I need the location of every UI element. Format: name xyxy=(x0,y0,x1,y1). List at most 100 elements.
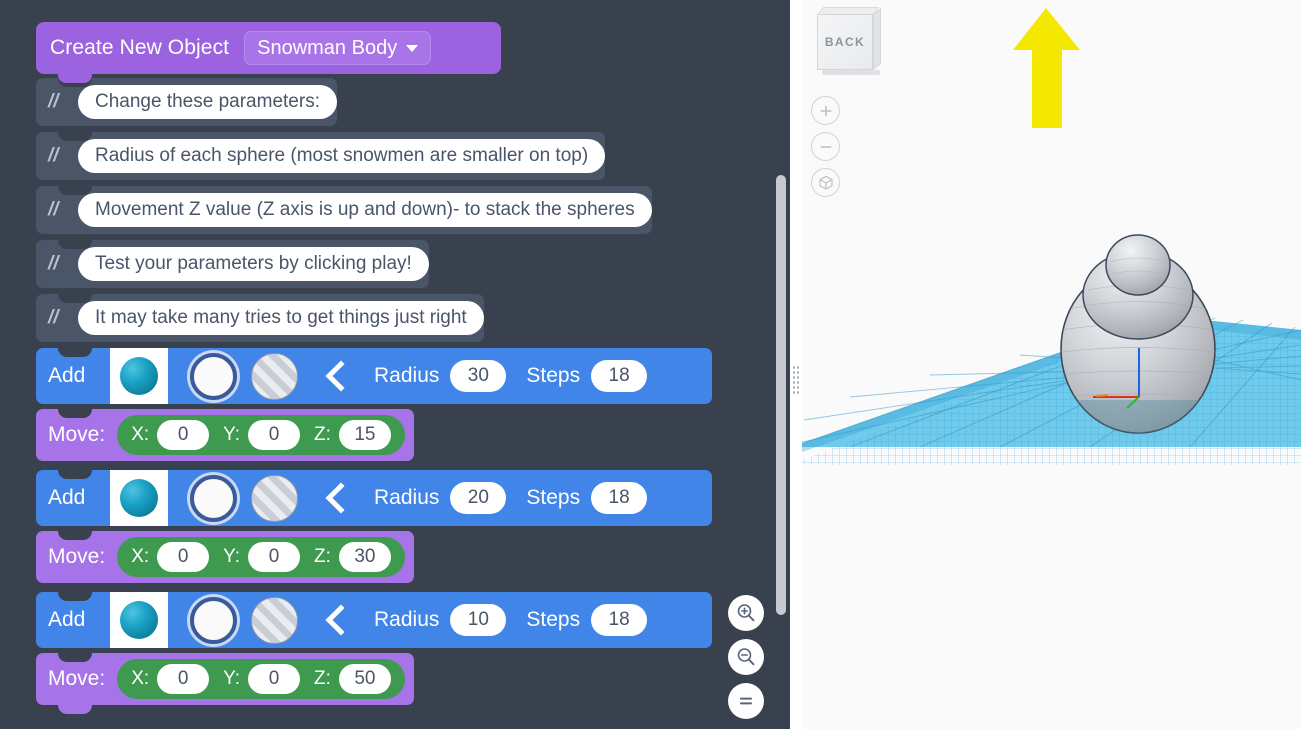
comment-text[interactable]: Movement Z value (Z axis is up and down)… xyxy=(78,193,652,227)
z-axis-label: Z: xyxy=(314,546,331,567)
move-block-label: Move: xyxy=(48,423,106,446)
circle-striped-icon[interactable] xyxy=(251,474,298,522)
zoom-in-button[interactable] xyxy=(728,595,764,631)
y-input[interactable]: 0 xyxy=(248,420,301,450)
scrollbar-thumb[interactable] xyxy=(776,175,786,615)
block-code-panel: Create New Object Snowman Body // Change… xyxy=(0,0,790,729)
radius-label: Radius xyxy=(374,364,440,387)
circle-outline-icon[interactable] xyxy=(190,474,237,522)
code-panel-scrollbar[interactable] xyxy=(776,0,786,729)
block-notch xyxy=(58,531,92,540)
comment-block[interactable]: // Change these parameters: xyxy=(36,78,337,126)
xyz-group: X: 0 Y: 0 Z: 30 xyxy=(117,537,405,577)
y-input[interactable]: 0 xyxy=(248,542,301,572)
sphere-solid-icon[interactable] xyxy=(110,470,168,526)
x-axis-label: X: xyxy=(131,424,150,445)
divider-drag-handle[interactable] xyxy=(792,365,800,395)
circle-striped-icon[interactable] xyxy=(251,352,298,400)
steps-input[interactable]: 18 xyxy=(591,482,648,514)
comment-text[interactable]: It may take many tries to get things jus… xyxy=(78,301,484,335)
block-notch xyxy=(58,186,92,195)
chevron-left-icon[interactable] xyxy=(328,481,354,515)
add-shape-block[interactable]: Add Radius 10 Steps 18 xyxy=(36,592,712,648)
xyz-group: X: 0 Y: 0 Z: 50 xyxy=(117,659,405,699)
block-notch xyxy=(58,470,92,479)
z-axis-label: Z: xyxy=(314,424,331,445)
object-name-dropdown[interactable]: Snowman Body xyxy=(244,31,432,65)
comment-block[interactable]: // It may take many tries to get things … xyxy=(36,294,484,342)
sphere-glyph xyxy=(120,479,158,517)
zoom-in-button[interactable] xyxy=(811,96,840,125)
radius-label: Radius xyxy=(374,486,440,509)
comment-block[interactable]: // Radius of each sphere (most snowmen a… xyxy=(36,132,606,180)
add-block-label: Add xyxy=(48,608,86,631)
z-input[interactable]: 30 xyxy=(338,542,391,572)
steps-label: Steps xyxy=(526,608,581,631)
sphere-solid-icon[interactable] xyxy=(110,348,168,404)
chevron-left-icon[interactable] xyxy=(328,603,354,637)
3d-viewport[interactable]: BACK xyxy=(790,0,1301,729)
magnifier-plus-icon xyxy=(737,604,755,622)
app-root: Create New Object Snowman Body // Change… xyxy=(0,0,1301,729)
comment-text[interactable]: Radius of each sphere (most snowmen are … xyxy=(78,139,606,173)
zoom-out-button[interactable] xyxy=(811,132,840,161)
view-cube-label: BACK xyxy=(824,35,866,49)
y-input[interactable]: 0 xyxy=(248,664,301,694)
hat-block-create-new-object[interactable]: Create New Object Snowman Body xyxy=(36,22,501,83)
x-input[interactable]: 0 xyxy=(157,542,210,572)
steps-input[interactable]: 18 xyxy=(591,604,648,636)
move-block[interactable]: Move: X: 0 Y: 0 Z: 50 xyxy=(36,653,414,714)
block-stack: Create New Object Snowman Body // Change… xyxy=(0,0,790,714)
view-cube-front-face[interactable]: BACK xyxy=(817,14,873,70)
x-input[interactable]: 0 xyxy=(157,420,210,450)
view-cube-shadow xyxy=(822,70,880,75)
viewport-nav-controls xyxy=(811,96,840,197)
comment-block[interactable]: // Test your parameters by clicking play… xyxy=(36,240,429,288)
circle-outline-icon[interactable] xyxy=(190,352,237,400)
radius-input[interactable]: 10 xyxy=(450,604,507,636)
add-shape-block[interactable]: Add Radius 30 Steps 18 xyxy=(36,348,712,404)
add-shape-block[interactable]: Add Radius 20 Steps 18 xyxy=(36,470,712,526)
sphere-solid-icon[interactable] xyxy=(110,592,168,648)
x-axis-label: X: xyxy=(131,668,150,689)
radius-input[interactable]: 30 xyxy=(450,360,507,392)
cube-fit-icon xyxy=(818,175,833,190)
block-notch xyxy=(58,294,92,303)
equals-icon xyxy=(740,697,752,705)
circle-striped-icon[interactable] xyxy=(251,596,298,644)
comment-slashes: // xyxy=(48,307,59,328)
zoom-out-button[interactable] xyxy=(728,639,764,675)
zoom-reset-button[interactable] xyxy=(728,683,764,719)
z-input[interactable]: 50 xyxy=(338,664,391,694)
workspace-zoom-controls xyxy=(728,595,764,719)
z-input[interactable]: 15 xyxy=(338,420,391,450)
comment-text[interactable]: Change these parameters: xyxy=(78,85,337,119)
sphere-top xyxy=(1105,234,1171,296)
block-notch xyxy=(58,592,92,601)
fit-view-button[interactable] xyxy=(811,168,840,197)
move-block[interactable]: Move: X: 0 Y: 0 Z: 30 xyxy=(36,531,414,583)
comment-block[interactable]: // Movement Z value (Z axis is up and do… xyxy=(36,186,652,234)
magnifier-minus-icon xyxy=(737,648,755,666)
circle-outline-icon[interactable] xyxy=(190,596,237,644)
steps-input[interactable]: 18 xyxy=(591,360,648,392)
move-block[interactable]: Move: X: 0 Y: 0 Z: 15 xyxy=(36,409,414,461)
chevron-left-icon[interactable] xyxy=(328,359,354,393)
block-notch xyxy=(58,409,92,418)
x-input[interactable]: 0 xyxy=(157,664,210,694)
radius-label: Radius xyxy=(374,608,440,631)
comment-slashes: // xyxy=(48,91,59,112)
object-name-label: Snowman Body xyxy=(257,36,398,59)
comment-slashes: // xyxy=(48,253,59,274)
panel-divider[interactable] xyxy=(790,0,802,729)
radius-input[interactable]: 20 xyxy=(450,482,507,514)
sphere-glyph xyxy=(120,357,158,395)
y-axis-label: Y: xyxy=(223,668,241,689)
view-cube-side-face[interactable] xyxy=(873,7,881,71)
comment-text[interactable]: Test your parameters by clicking play! xyxy=(78,247,429,281)
hat-block-title: Create New Object xyxy=(50,36,230,59)
hat-block-body[interactable]: Create New Object Snowman Body xyxy=(36,22,501,74)
z-axis-label: Z: xyxy=(314,668,331,689)
steps-label: Steps xyxy=(526,486,581,509)
view-cube[interactable]: BACK xyxy=(814,6,884,76)
